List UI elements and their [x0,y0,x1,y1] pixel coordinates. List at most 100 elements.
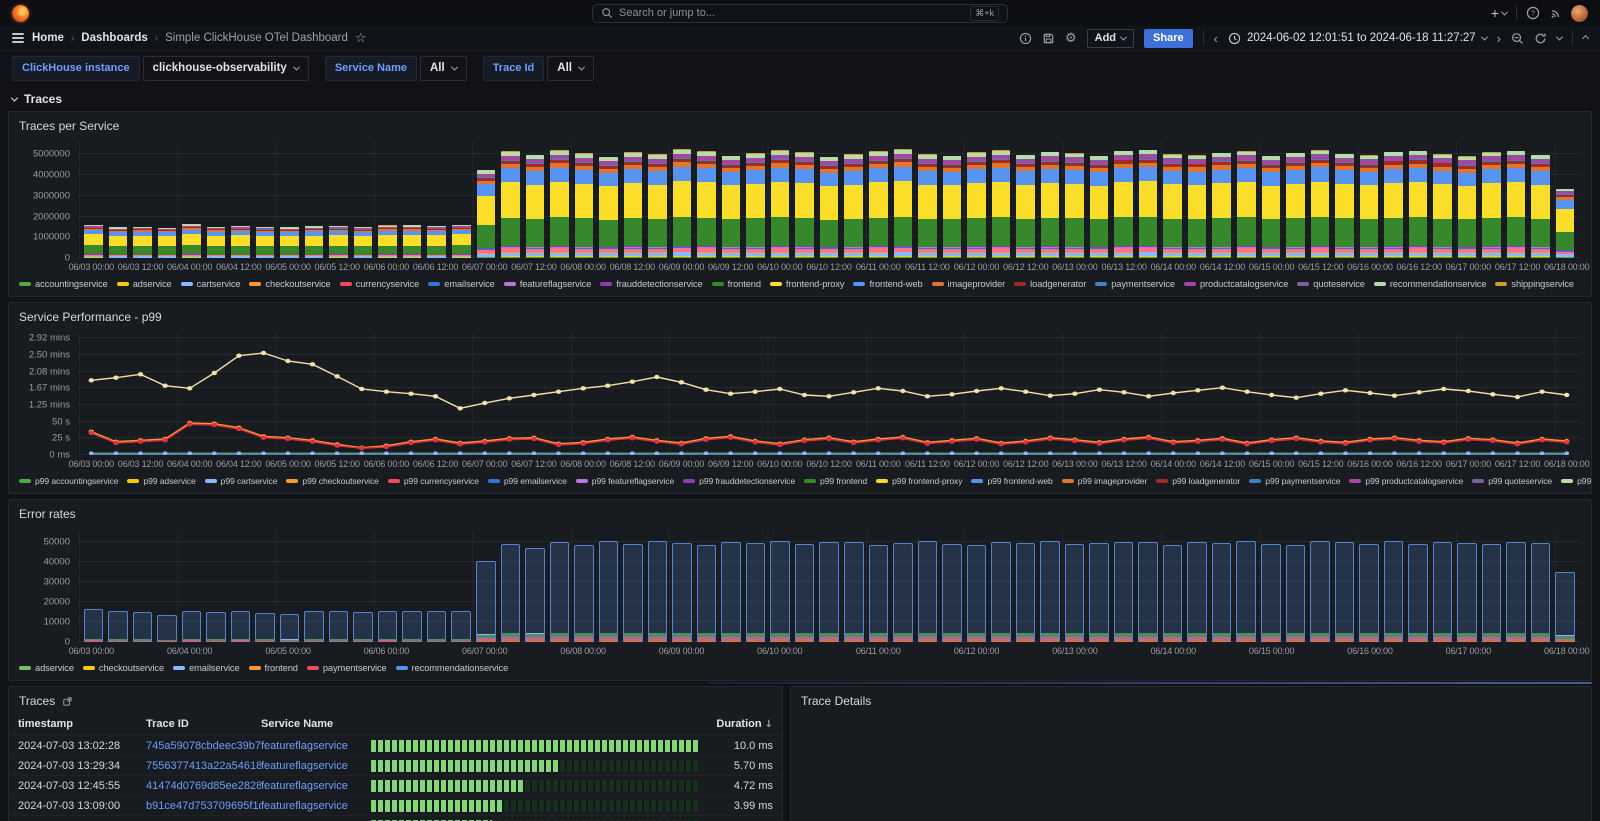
legend-item[interactable]: recommendationservice [396,663,509,673]
zoom-out-icon[interactable] [1511,32,1524,45]
news-icon[interactable] [1549,7,1562,20]
legend-item[interactable]: emailservice [173,663,239,673]
dashboard-info-icon[interactable] [1019,32,1032,45]
stacked-bar [1016,543,1036,642]
variable-select[interactable]: All [420,56,467,81]
stacked-bar [1262,156,1281,258]
menu-toggle-icon[interactable] [12,33,24,43]
stacked-bar [157,615,177,642]
legend-item[interactable]: p99 paymentservice [1249,476,1340,486]
refresh-interval-caret[interactable] [1556,33,1563,40]
legend-item[interactable]: frontend-proxy [770,279,845,289]
grafana-logo-icon[interactable] [12,5,29,22]
stacked-bar [1139,150,1158,258]
legend-item[interactable]: p99 adservice [127,476,195,486]
legend-item[interactable]: p99 productcatalogservice [1349,476,1463,486]
breadcrumb-home[interactable]: Home [32,32,64,44]
service-name-link[interactable]: featureflagservice [261,740,348,752]
y-tick-label: 2.50 mins [29,350,70,361]
legend-item[interactable]: checkoutservice [249,279,330,289]
user-avatar[interactable] [1571,5,1588,22]
refresh-icon[interactable] [1534,32,1547,45]
legend-item[interactable]: accountingservice [19,279,108,289]
time-back-icon[interactable]: ‹ [1214,32,1218,45]
add-button[interactable]: Add [1087,29,1134,48]
trace-id-link[interactable]: 41474d0769d85ee2828... [146,780,261,792]
legend-item[interactable]: p99 emailservice [488,476,567,486]
service-name-link[interactable]: featureflagservice [261,800,348,812]
column-header-timestamp[interactable]: timestamp [18,718,146,730]
stacked-bar-plot[interactable] [79,530,1579,642]
service-name-link[interactable]: featureflagservice [261,780,348,792]
legend-item[interactable]: recommendationservice [1374,279,1487,289]
legend-item[interactable]: p99 frauddetectionservice [683,476,795,486]
stacked-bar [353,612,373,642]
trace-id-link[interactable]: 745a59078cbdeec39b7... [146,740,261,752]
x-tick-label: 06/07 00:00 [462,262,507,272]
legend-item[interactable]: productcatalogservice [1184,279,1288,289]
legend-item[interactable]: p99 featureflagservice [576,476,674,486]
trace-id-link[interactable]: 7556377413a22a54618... [146,760,261,772]
line-plot[interactable] [79,333,1579,455]
column-header-trace-id[interactable]: Trace ID [146,718,261,730]
legend-item[interactable]: paymentservice [307,663,387,673]
share-button[interactable]: Share [1144,29,1193,48]
legend-item[interactable]: checkoutservice [83,663,164,673]
variable-select[interactable]: All [547,56,594,81]
panel-links-icon[interactable] [62,696,73,707]
legend-item[interactable]: emailservice [428,279,494,289]
settings-gear-icon[interactable]: ⚙ [1065,32,1077,45]
legend-item[interactable]: featureflagservice [504,279,592,289]
legend-item[interactable]: loadgenerator [1014,279,1086,289]
legend-swatch [1561,479,1573,483]
legend-item[interactable]: p99 accountingservice [19,476,118,486]
breadcrumb-dashboards[interactable]: Dashboards [81,32,147,44]
legend-item[interactable]: p99 frontend-proxy [876,476,962,486]
legend-item[interactable]: p99 checkoutservice [286,476,378,486]
time-forward-icon[interactable]: › [1497,32,1501,45]
favorite-star-icon[interactable]: ☆ [355,31,367,46]
column-header-service-name[interactable]: Service Name [261,718,371,730]
save-icon[interactable] [1042,32,1055,45]
legend-item[interactable]: p99 recommendationservice [1561,476,1591,486]
legend-item[interactable]: p99 quoteservice [1472,476,1552,486]
add-menu-button[interactable]: + [1491,6,1507,20]
legend-item[interactable]: quoteservice [1297,279,1365,289]
legend-item[interactable]: frontend [712,279,761,289]
legend-swatch [932,282,944,286]
variable-select[interactable]: clickhouse-observability [143,56,309,81]
section-row-traces[interactable]: Traces [0,85,1600,111]
stacked-bar [182,224,201,258]
legend-item[interactable]: frontend [249,663,298,673]
legend-swatch [488,479,500,483]
legend-item[interactable]: cartservice [181,279,241,289]
legend-item[interactable]: shippingservice [1495,279,1574,289]
x-tick-label: 06/11 00:00 [856,646,901,656]
cell-duration: 10.0 ms [711,740,773,752]
table-row: 2024-07-03 13:29:347556377413a22a54618..… [9,755,782,775]
legend-item[interactable]: p99 cartservice [205,476,278,486]
legend-item[interactable]: currencyservice [340,279,420,289]
legend-item[interactable]: p99 frontend [804,476,867,486]
time-range-picker[interactable]: 2024-06-02 12:01:51 to 2024-06-18 11:27:… [1228,32,1487,45]
legend-item[interactable]: adservice [19,663,74,673]
column-header-duration[interactable]: Duration↓ [711,718,773,730]
legend-item[interactable]: p99 loadgenerator [1156,476,1240,486]
legend-item[interactable]: p99 imageprovider [1062,476,1147,486]
help-icon[interactable]: ? [1526,6,1540,20]
search-input[interactable]: Search or jump to... ⌘+k [592,4,1008,23]
trace-id-link[interactable]: b91ce47d753709695f1d... [146,800,261,812]
stacked-bar [1384,541,1404,642]
legend-item[interactable]: frontend-web [853,279,922,289]
stacked-bar [1286,545,1306,642]
legend-item[interactable]: imageprovider [932,279,1006,289]
stacked-bar [599,541,619,642]
legend-item[interactable]: adservice [117,279,172,289]
legend-item[interactable]: frauddetectionservice [600,279,702,289]
collapse-toolbar-icon[interactable] [1582,34,1589,41]
legend-item[interactable]: p99 frontend-web [971,476,1052,486]
legend-item[interactable]: p99 currencyservice [388,476,479,486]
service-name-link[interactable]: featureflagservice [261,760,348,772]
stacked-bar-plot[interactable] [79,142,1579,258]
legend-item[interactable]: paymentservice [1095,279,1175,289]
